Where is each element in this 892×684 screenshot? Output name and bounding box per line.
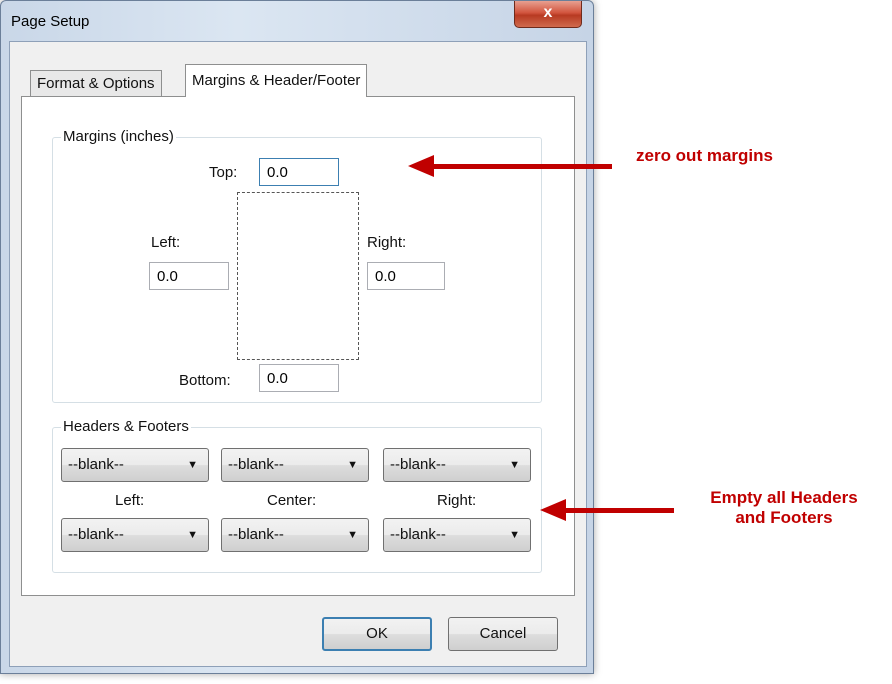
chevron-down-icon: ▼	[187, 529, 198, 541]
header-center-value: --blank--	[228, 456, 284, 473]
left-margin-input[interactable]	[149, 262, 229, 290]
bottom-margin-input[interactable]	[259, 364, 339, 392]
headers-annotation: Empty all Headers and Footers	[684, 488, 884, 528]
dialog-title: Page Setup	[11, 13, 90, 30]
tab-panel: Margins (inches) Top: Left: Right: Botto…	[21, 96, 575, 596]
headers-annotation-line2: and Footers	[735, 508, 833, 527]
right-label: Right:	[367, 234, 407, 251]
ok-button[interactable]: OK	[322, 617, 432, 651]
chevron-down-icon: ▼	[347, 459, 358, 471]
margins-arrow-line	[432, 164, 612, 169]
title-bar[interactable]: Page Setup x	[1, 1, 593, 41]
headers-annotation-line1: Empty all Headers	[710, 488, 858, 507]
chevron-down-icon: ▼	[187, 459, 198, 471]
footer-right-select[interactable]: --blank-- ▼	[383, 518, 531, 552]
bottom-label: Bottom:	[179, 372, 231, 389]
chevron-down-icon: ▼	[509, 529, 520, 541]
chevron-down-icon: ▼	[347, 529, 358, 541]
footer-left-value: --blank--	[68, 526, 124, 543]
headers-arrow-line	[564, 508, 674, 513]
header-left-select[interactable]: --blank-- ▼	[61, 448, 209, 482]
tab-format-options[interactable]: Format & Options	[30, 70, 162, 97]
close-icon: x	[543, 4, 553, 21]
headers-arrow-head	[540, 499, 566, 521]
header-center-select[interactable]: --blank-- ▼	[221, 448, 369, 482]
top-margin-input[interactable]	[259, 158, 339, 186]
page-preview	[237, 192, 359, 360]
column-label-center: Center:	[267, 492, 317, 509]
chevron-down-icon: ▼	[509, 459, 520, 471]
page-setup-dialog: Page Setup x Format & Options Margins & …	[0, 0, 594, 674]
header-left-value: --blank--	[68, 456, 124, 473]
column-label-right: Right:	[437, 492, 477, 509]
margins-arrow-head	[408, 155, 434, 177]
top-label: Top:	[209, 164, 237, 181]
tab-margins-header-footer[interactable]: Margins & Header/Footer	[185, 64, 368, 97]
dialog-client-area: Format & Options Margins & Header/Footer…	[9, 41, 587, 667]
footer-left-select[interactable]: --blank-- ▼	[61, 518, 209, 552]
left-label: Left:	[151, 234, 181, 251]
footer-right-value: --blank--	[390, 526, 446, 543]
close-button[interactable]: x	[514, 1, 582, 28]
margins-group: Margins (inches) Top: Left: Right: Botto…	[52, 128, 542, 403]
cancel-button[interactable]: Cancel	[448, 617, 558, 651]
top-label-text: Top:	[209, 164, 238, 181]
footer-center-select[interactable]: --blank-- ▼	[221, 518, 369, 552]
margins-annotation: zero out margins	[636, 146, 773, 165]
headers-footers-group: Headers & Footers --blank-- ▼ --blank-- …	[52, 418, 542, 573]
header-right-select[interactable]: --blank-- ▼	[383, 448, 531, 482]
headers-footers-group-label: Headers & Footers	[61, 418, 191, 435]
footer-center-value: --blank--	[228, 526, 284, 543]
header-right-value: --blank--	[390, 456, 446, 473]
right-margin-input[interactable]	[367, 262, 445, 290]
margins-group-label: Margins (inches)	[61, 128, 176, 145]
column-label-left: Left:	[115, 492, 145, 509]
